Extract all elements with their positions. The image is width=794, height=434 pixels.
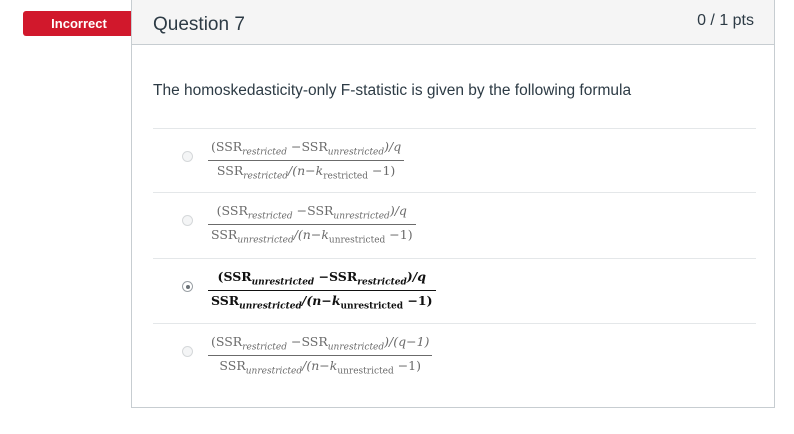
den-k-subscript: unrestricted <box>328 235 386 245</box>
incorrect-banner: Incorrect <box>23 11 147 36</box>
den-tail: −1) <box>403 292 433 308</box>
den-subscript: unrestricted <box>237 235 294 245</box>
num-tail: )/q <box>406 269 426 284</box>
num-ssr: (SSR <box>216 203 248 218</box>
formula-denominator: SSRunrestricted/(n−kunrestricted −1) <box>208 356 432 377</box>
num-tail: )/(q−1) <box>384 334 430 349</box>
answer-option-4[interactable]: (SSRrestricted −SSRunrestricted)/(q−1) S… <box>153 323 756 385</box>
num-minus: −SSR <box>287 334 328 349</box>
num-subscript-2: unrestricted <box>327 147 385 158</box>
den-tail: −1) <box>385 226 413 242</box>
den-mid: /(n−k <box>302 357 338 373</box>
question-card: Question 7 0 / 1 pts The homoskedasticit… <box>131 0 775 408</box>
num-ssr: (SSR <box>217 269 252 284</box>
question-text: The homoskedasticity-only F-statistic is… <box>153 82 632 99</box>
den-tail: −1) <box>368 162 396 178</box>
den-mid: /(n−k <box>301 292 341 308</box>
den-ssr: SSR <box>211 292 240 308</box>
den-ssr: SSR <box>211 226 238 242</box>
num-minus: −SSR <box>314 269 358 284</box>
num-tail: )/q <box>389 203 407 218</box>
num-subscript-1: unrestricted <box>251 277 315 288</box>
num-subscript-1: restricted <box>242 147 287 158</box>
den-mid: /(n−k <box>293 226 329 242</box>
num-subscript-1: restricted <box>247 211 293 222</box>
formula-numerator: (SSRrestricted −SSRunrestricted)/(q−1) <box>208 334 433 356</box>
den-ssr: SSR <box>219 357 246 373</box>
num-minus: −SSR <box>292 203 334 218</box>
den-ssr: SSR <box>216 162 244 178</box>
answer-option-3[interactable]: (SSRunrestricted −SSRrestricted)/q SSRun… <box>153 258 756 320</box>
answer-formula: (SSRrestricted −SSRunrestricted)/(q−1) S… <box>208 334 433 377</box>
answer-formula: (SSRrestricted −SSRunrestricted)/q SSRun… <box>208 203 416 245</box>
num-subscript-2: unrestricted <box>333 211 390 222</box>
formula-numerator: (SSRrestricted −SSRunrestricted)/q <box>208 139 405 161</box>
num-subscript-2: restricted <box>357 277 407 288</box>
formula-denominator: SSRunrestricted/(n−kunrestricted −1) <box>208 291 436 312</box>
den-tail: −1) <box>393 357 421 373</box>
den-mid: /(n−k <box>288 162 324 178</box>
radio-button[interactable] <box>182 151 193 162</box>
formula-numerator: (SSRunrestricted −SSRrestricted)/q <box>208 269 436 291</box>
answer-formula: (SSRrestricted −SSRunrestricted)/q SSRre… <box>208 139 405 182</box>
points-label: 0 / 1 pts <box>697 12 754 29</box>
status-label: Incorrect <box>51 16 107 31</box>
radio-button-selected[interactable] <box>182 281 193 292</box>
question-header: Question 7 0 / 1 pts <box>132 0 774 45</box>
answer-option-2[interactable]: (SSRrestricted −SSRunrestricted)/q SSRun… <box>153 192 756 254</box>
num-ssr: (SSR <box>211 139 243 154</box>
radio-button[interactable] <box>182 215 193 226</box>
num-minus: −SSR <box>287 139 328 154</box>
radio-button[interactable] <box>182 346 193 357</box>
formula-numerator: (SSRrestricted −SSRunrestricted)/q <box>208 203 416 225</box>
num-ssr: (SSR <box>211 334 243 349</box>
num-subscript-1: restricted <box>242 342 287 353</box>
formula-denominator: SSRunrestricted/(n−kunrestricted −1) <box>208 225 416 246</box>
question-title: Question 7 <box>153 14 245 35</box>
answer-formula: (SSRunrestricted −SSRrestricted)/q SSRun… <box>208 269 436 311</box>
formula-denominator: SSRrestricted/(n−krestricted −1) <box>208 161 404 182</box>
den-k-subscript: restricted <box>323 171 369 181</box>
num-subscript-2: unrestricted <box>327 342 385 353</box>
den-k-subscript: unrestricted <box>337 366 394 376</box>
den-k-subscript: unrestricted <box>340 301 404 311</box>
den-subscript: restricted <box>243 171 289 181</box>
num-tail: )/q <box>384 139 402 154</box>
den-subscript: unrestricted <box>239 301 302 311</box>
answer-option-1[interactable]: (SSRrestricted −SSRunrestricted)/q SSRre… <box>153 128 756 190</box>
den-subscript: unrestricted <box>245 366 303 376</box>
